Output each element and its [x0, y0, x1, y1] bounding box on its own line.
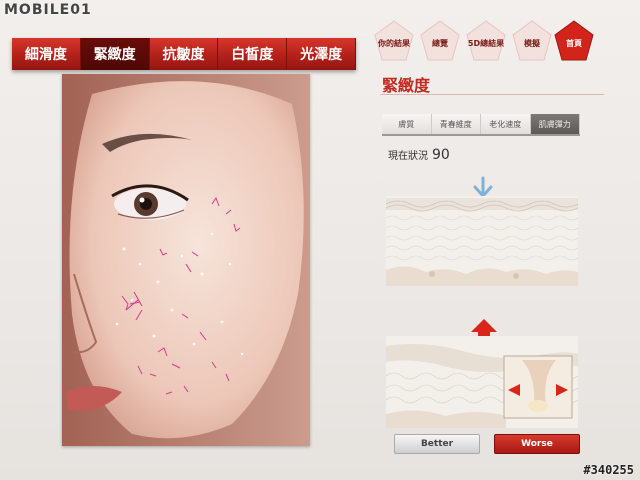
- title-divider: [380, 94, 604, 95]
- app-screen: MOBILE01 細滑度 緊緻度 抗皺度 白皙度 光澤度 你的結果 總覽 5D總…: [0, 0, 640, 480]
- status-value: 90: [432, 147, 450, 163]
- nav-overview[interactable]: 總覽: [420, 20, 460, 62]
- tab-firmness[interactable]: 緊緻度: [80, 38, 150, 70]
- face-illustration: [62, 74, 310, 446]
- nav-label: 首頁: [566, 39, 582, 48]
- watermark-id: #340255: [583, 463, 634, 477]
- skin-layer-simulated: [386, 336, 578, 428]
- skin-layer-illustration: [386, 336, 578, 428]
- sub-tabs: 膚質 青春維度 老化速度 肌膚彈力: [382, 114, 580, 136]
- tab-whiteness[interactable]: 白皙度: [218, 38, 288, 70]
- nav-label: 5D總結果: [467, 39, 505, 48]
- nav-home[interactable]: 首頁: [554, 20, 594, 62]
- tab-radiance[interactable]: 光澤度: [287, 38, 356, 70]
- nav-simulate[interactable]: 模擬: [512, 20, 552, 62]
- face-analysis-image: [62, 74, 310, 446]
- top-navigation: 你的結果 總覽 5D總結果 模擬 首頁: [370, 20, 600, 64]
- nav-label: 總覽: [432, 39, 448, 48]
- subtab-skin[interactable]: 膚質: [382, 114, 432, 134]
- tab-anti-wrinkle[interactable]: 抗皺度: [149, 38, 219, 70]
- better-button[interactable]: Better: [394, 434, 480, 454]
- watermark-logo: MOBILE01: [4, 2, 92, 18]
- subtab-aging-speed[interactable]: 老化速度: [481, 114, 531, 134]
- subtab-elasticity[interactable]: 肌膚彈力: [530, 114, 580, 134]
- subtab-youth[interactable]: 青春維度: [431, 114, 481, 134]
- nav-your-result[interactable]: 你的結果: [374, 20, 414, 62]
- nav-5d-result[interactable]: 5D總結果: [466, 20, 506, 62]
- tab-smoothness[interactable]: 細滑度: [12, 38, 81, 70]
- current-status: 現在狀況 90: [388, 147, 450, 163]
- status-label: 現在狀況: [388, 151, 428, 162]
- worse-button[interactable]: Worse: [494, 434, 580, 454]
- section-title: 緊緻度: [382, 76, 431, 95]
- skin-layer-illustration: [386, 196, 578, 286]
- skin-layer-current: [386, 196, 578, 286]
- metric-tabs: 細滑度 緊緻度 抗皺度 白皙度 光澤度: [12, 38, 356, 70]
- nav-label: 你的結果: [378, 39, 410, 48]
